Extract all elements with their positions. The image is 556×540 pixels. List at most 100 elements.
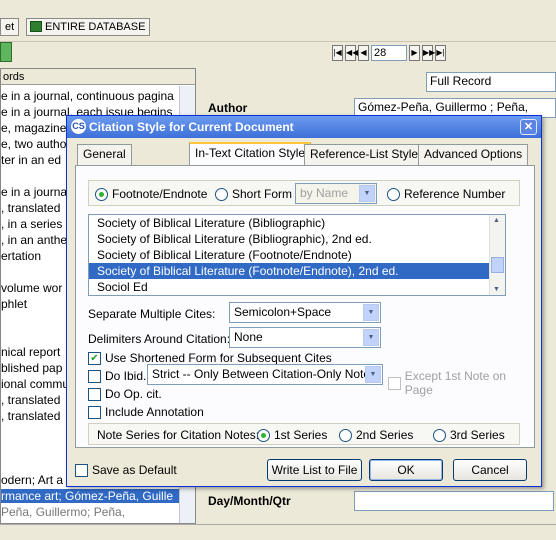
- day-month-qtr-field[interactable]: [354, 491, 554, 511]
- first-record-button[interactable]: |◀: [332, 45, 343, 61]
- style-list-item[interactable]: Society of Biblical Literature (Bibliogr…: [89, 231, 505, 247]
- list-item[interactable]: ertation: [1, 249, 41, 263]
- reference-number-label: Reference Number: [404, 187, 506, 201]
- radio-empty-icon: [387, 187, 400, 201]
- list-item[interactable]: nical report: [1, 345, 60, 359]
- list-item[interactable]: phlet: [1, 297, 27, 311]
- last-record-button[interactable]: ▶|: [435, 45, 446, 61]
- record-navigation: |◀ ◀◀ ◀ 28 ▶ ▶▶ ▶|: [0, 42, 556, 64]
- except-first-note-checkbox[interactable]: Except 1st Note on Page: [388, 369, 534, 397]
- radio-empty-icon: [433, 428, 446, 442]
- tab-in-text-citation-style[interactable]: In-Text Citation Style: [189, 142, 312, 166]
- style-list-item[interactable]: Sociol Ed: [89, 279, 505, 295]
- day-month-qtr-label: Day/Month/Qtr: [208, 494, 291, 508]
- do-ibid-checkbox[interactable]: Do Ibid.: [88, 369, 146, 383]
- dialog-title: Citation Style for Current Document: [89, 120, 294, 134]
- list-item-selected[interactable]: rmance art; Gómez-Peña, Guille: [1, 489, 181, 503]
- citation-style-list[interactable]: Society of Biblical Literature (Bibliogr…: [88, 214, 506, 296]
- status-bar: [0, 524, 556, 540]
- footnote-endnote-label: Footnote/Endnote: [112, 187, 208, 201]
- shortened-form-checkbox[interactable]: ✔ Use Shortened Form for Subsequent Cite…: [88, 351, 332, 365]
- style-list-item-selected[interactable]: Society of Biblical Literature (Footnote…: [89, 263, 505, 279]
- tab-advanced-label: Advanced Options: [424, 147, 523, 161]
- ok-button[interactable]: OK: [369, 459, 443, 481]
- prev-page-button[interactable]: ◀◀: [345, 45, 358, 61]
- ibid-mode-value: Strict -- Only Between Citation-Only Not…: [152, 367, 377, 381]
- tab-in-text-label: In-Text Citation Style: [195, 146, 306, 160]
- dialog-titlebar[interactable]: CS Citation Style for Current Document ✕: [67, 116, 541, 138]
- database-label: ENTIRE DATABASE: [45, 21, 146, 33]
- record-number-input[interactable]: 28: [371, 45, 407, 61]
- radio-selected-icon: [257, 428, 270, 442]
- radio-selected-icon: [95, 187, 108, 201]
- scroll-down-icon[interactable]: ▼: [493, 286, 500, 293]
- list-item[interactable]: , translated: [1, 409, 60, 423]
- footnote-endnote-radio[interactable]: Footnote/Endnote: [95, 187, 207, 201]
- list-item[interactable]: , translated: [1, 393, 60, 407]
- scroll-up-icon[interactable]: ▲: [493, 217, 500, 224]
- separate-cites-label: Separate Multiple Cites:: [88, 307, 216, 321]
- separate-cites-combo[interactable]: Semicolon+Space ▼: [229, 302, 381, 323]
- chevron-down-icon: ▼: [363, 329, 379, 346]
- cancel-button[interactable]: Cancel: [453, 459, 527, 481]
- save-as-default-checkbox[interactable]: Save as Default: [75, 463, 177, 477]
- short-form-label: Short Form: [232, 187, 293, 201]
- delimiters-combo[interactable]: None ▼: [229, 327, 381, 348]
- tab-reference-list-style[interactable]: Reference-List Style: [304, 144, 425, 165]
- list-item[interactable]: volume wor: [1, 281, 62, 295]
- do-op-cit-label: Do Op. cit.: [105, 387, 162, 401]
- list-item[interactable]: odern; Art a: [1, 473, 63, 487]
- do-ibid-label: Do Ibid.: [105, 369, 147, 383]
- chevron-down-icon: ▼: [363, 304, 379, 321]
- second-series-label: 2nd Series: [356, 428, 414, 442]
- style-list-item[interactable]: Society of Biblical Literature (Footnote…: [89, 247, 505, 263]
- first-series-radio[interactable]: 1st Series: [257, 428, 327, 442]
- list-item[interactable]: ter in an ed: [1, 153, 61, 167]
- short-form-combo[interactable]: by Name ▼: [295, 183, 377, 204]
- include-annotation-label: Include Annotation: [105, 405, 204, 419]
- list-item[interactable]: blished pap: [1, 361, 62, 375]
- records-list-header[interactable]: ords: [1, 69, 195, 85]
- radio-empty-icon: [215, 187, 228, 201]
- first-series-label: 1st Series: [274, 428, 328, 442]
- third-series-radio[interactable]: 3rd Series: [433, 428, 505, 442]
- prev-record-button[interactable]: ◀: [358, 45, 369, 61]
- view-mode-select[interactable]: Full Record: [426, 72, 556, 92]
- checkmark-icon: ✔: [88, 351, 101, 365]
- list-item[interactable]: ional commu: [1, 377, 69, 391]
- write-list-to-file-button[interactable]: Write List to File: [267, 459, 362, 481]
- short-form-radio[interactable]: Short Form: [215, 187, 292, 201]
- style-list-item[interactable]: Society of Biblical Literature (Bibliogr…: [89, 215, 505, 231]
- green-arrow-icon[interactable]: [0, 42, 12, 62]
- database-button[interactable]: ENTIRE DATABASE: [26, 18, 151, 36]
- checkbox-empty-icon: [388, 376, 401, 390]
- list-item[interactable]: e in a journa: [1, 185, 67, 199]
- next-page-button[interactable]: ▶▶: [422, 45, 435, 61]
- list-item[interactable]: Peña, Guillermo; Peña,: [1, 505, 125, 519]
- style-list-scrollbar[interactable]: ▲ ▼: [489, 215, 505, 295]
- tab-general[interactable]: General: [77, 144, 132, 165]
- next-record-button[interactable]: ▶: [409, 45, 420, 61]
- list-item[interactable]: e, magazine: [1, 121, 66, 135]
- include-annotation-checkbox[interactable]: Include Annotation: [88, 405, 204, 419]
- main-toolbar: et ENTIRE DATABASE: [0, 0, 556, 42]
- tab-advanced-options[interactable]: Advanced Options: [418, 144, 529, 165]
- list-item[interactable]: , in a series: [1, 217, 62, 231]
- tab-reference-list-label: Reference-List Style: [310, 147, 419, 161]
- do-op-cit-checkbox[interactable]: Do Op. cit.: [88, 387, 162, 401]
- citation-mode-group: Footnote/Endnote Short Form by Name ▼ Re…: [88, 180, 520, 206]
- list-item[interactable]: e, two author: [1, 137, 70, 151]
- second-series-radio[interactable]: 2nd Series: [339, 428, 413, 442]
- reference-number-radio[interactable]: Reference Number: [387, 187, 505, 201]
- scroll-thumb[interactable]: [491, 257, 504, 273]
- close-icon[interactable]: ✕: [520, 119, 537, 135]
- short-form-value: by Name: [300, 186, 349, 200]
- radio-empty-icon: [339, 428, 352, 442]
- list-item[interactable]: e in a journal, continuous pagina: [1, 89, 174, 103]
- list-item[interactable]: , in an anthe: [1, 233, 67, 247]
- ibid-mode-combo[interactable]: Strict -- Only Between Citation-Only Not…: [147, 364, 383, 385]
- chevron-down-icon: ▼: [365, 366, 381, 383]
- list-item[interactable]: , translated: [1, 201, 60, 215]
- toolbar-button-partial[interactable]: et: [0, 18, 20, 36]
- author-label: Author: [208, 101, 248, 115]
